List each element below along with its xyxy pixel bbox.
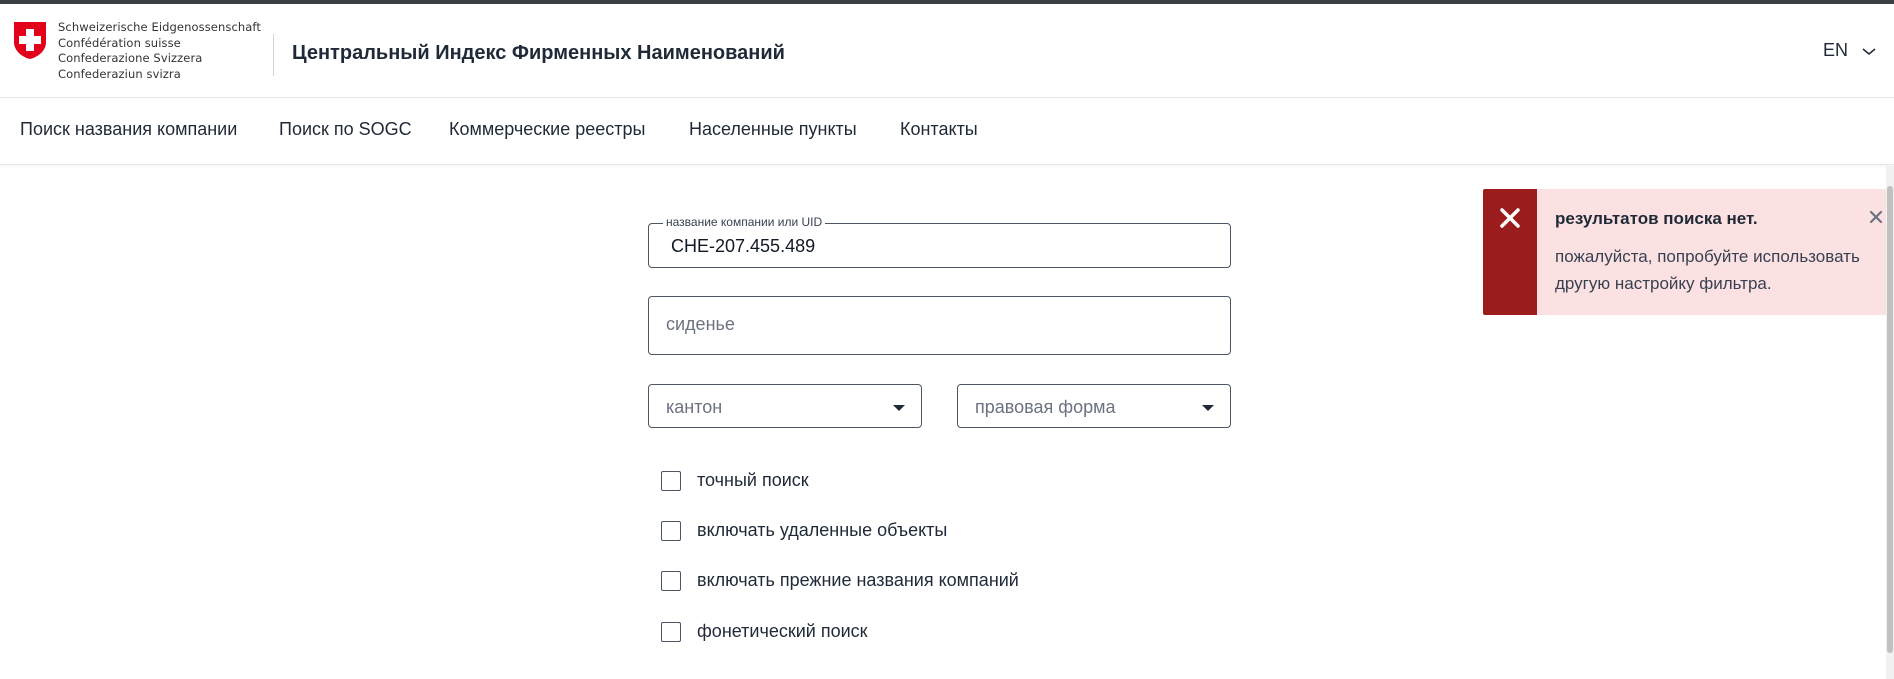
nav-localities[interactable]: Населенные пункты — [689, 119, 857, 140]
exact-search-checkbox[interactable] — [661, 471, 681, 491]
phonetic-search-label: фонетический поиск — [697, 621, 868, 641]
chevron-down-icon[interactable] — [1862, 48, 1876, 56]
include-deleted-checkbox[interactable] — [661, 521, 681, 541]
legal-form-dropdown-icon — [1202, 405, 1214, 411]
canton-select[interactable]: кантон — [648, 384, 922, 428]
include-former-names-checkbox[interactable] — [661, 571, 681, 591]
confederation-line-rm: Confederaziun svizra — [58, 67, 181, 82]
header-divider — [273, 34, 274, 76]
confederation-line-it: Confederazione Svizzera — [58, 51, 203, 66]
site-title: Центральный Индекс Фирменных Наименовани… — [292, 42, 785, 64]
canton-placeholder: кантон — [666, 397, 723, 417]
scrollbar-thumb[interactable] — [1887, 186, 1893, 653]
error-toast: результатов поиска нет. пожалуйста, попр… — [1483, 189, 1894, 315]
confederation-names: Schweizerische Eidgenossenschaft Confédé… — [58, 20, 261, 83]
toast-title: результатов поиска нет. — [1555, 209, 1758, 228]
toast-message: пожалуйста, попробуйте использовать друг… — [1555, 247, 1860, 293]
include-deleted-label: включать удаленные объекты — [697, 520, 948, 540]
nav-contacts[interactable]: Контакты — [900, 119, 978, 140]
company-name-label: название компании или UID — [663, 215, 826, 229]
include-former-names-label: включать прежние названия компаний — [697, 570, 1019, 590]
nav-sogc-search[interactable]: Поиск по SOGC — [279, 119, 412, 140]
close-icon[interactable] — [1869, 210, 1883, 224]
confederation-line-de: Schweizerische Eidgenossenschaft — [58, 20, 261, 34]
nav-company-search[interactable]: Поиск названия компании — [20, 119, 237, 140]
company-name-field[interactable]: название компании или UID CHE-207.455.48… — [648, 215, 1231, 268]
site-header: Schweizerische Eidgenossenschaft Confédé… — [0, 4, 1894, 98]
seat-field[interactable]: сиденье — [648, 296, 1231, 355]
swiss-cross-icon — [14, 22, 46, 59]
company-name-value: CHE-207.455.489 — [671, 236, 816, 256]
language-selector[interactable]: EN — [1823, 40, 1848, 61]
toast-status-bar — [1483, 189, 1537, 315]
canton-dropdown-icon — [893, 405, 905, 411]
nav-commercial-registers[interactable]: Коммерческие реестры — [449, 119, 645, 140]
main-nav: Поиск названия компании Поиск по SOGC Ко… — [0, 99, 1894, 165]
legal-form-select[interactable]: правовая форма — [957, 384, 1231, 428]
phonetic-search-checkbox[interactable] — [661, 622, 681, 642]
confederation-line-fr: Confédération suisse — [58, 35, 181, 50]
seat-placeholder: сиденье — [666, 314, 735, 334]
legal-form-placeholder: правовая форма — [975, 397, 1116, 417]
exact-search-label: точный поиск — [697, 470, 809, 490]
error-x-icon — [1500, 208, 1520, 228]
